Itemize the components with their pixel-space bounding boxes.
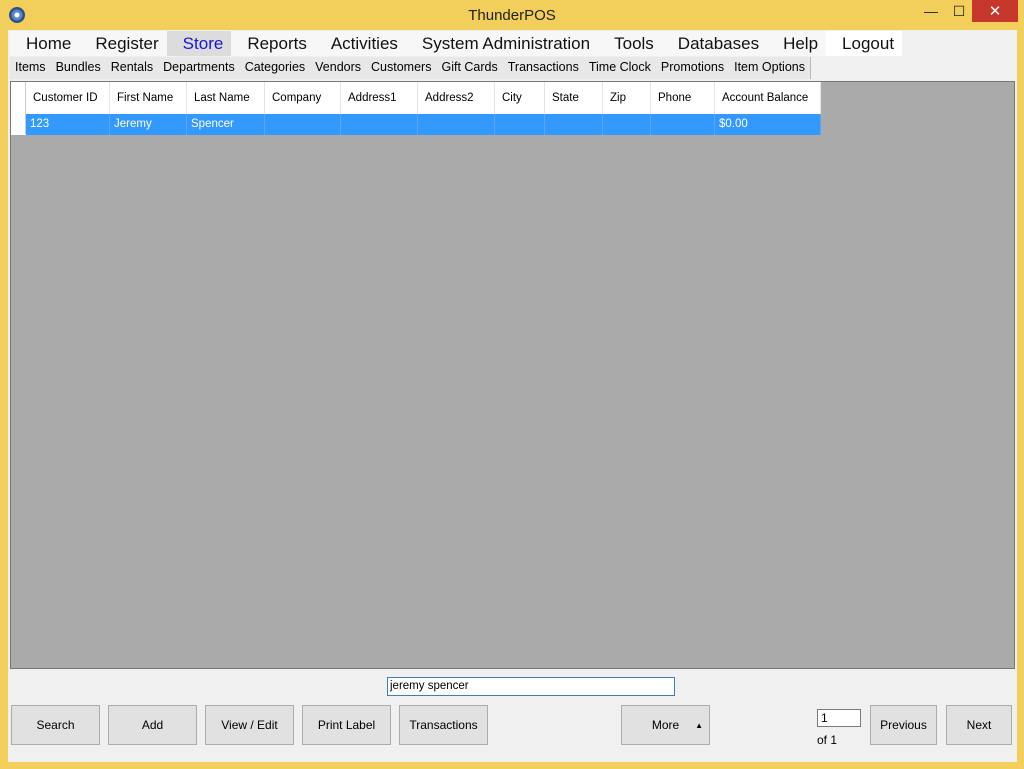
submenu-items[interactable]: Items xyxy=(10,57,51,79)
cell-last-name[interactable]: Spencer xyxy=(186,114,265,135)
cell-state[interactable] xyxy=(544,114,603,135)
submenu-vendors[interactable]: Vendors xyxy=(310,57,366,79)
cell-customer-id[interactable]: 123 xyxy=(25,114,110,135)
client-area: Home Register Store Reports Activities S… xyxy=(8,30,1017,762)
search-button[interactable]: Search xyxy=(11,705,100,745)
column-header-customer-id[interactable]: Customer ID xyxy=(25,82,110,114)
menu-home[interactable]: Home xyxy=(10,31,79,56)
column-header-phone[interactable]: Phone xyxy=(650,82,715,114)
next-button[interactable]: Next xyxy=(946,705,1012,745)
table-row[interactable]: 123 Jeremy Spencer $0.00 xyxy=(11,114,821,135)
cell-account-balance[interactable]: $0.00 xyxy=(714,114,821,135)
submenu-bundles[interactable]: Bundles xyxy=(51,57,106,79)
more-button-label: More xyxy=(651,718,680,732)
close-button[interactable]: ✕ xyxy=(972,0,1018,22)
submenu-rentals[interactable]: Rentals xyxy=(106,57,158,79)
cell-zip[interactable] xyxy=(602,114,651,135)
window-title: ThunderPOS xyxy=(468,7,556,24)
maximize-button[interactable]: ☐ xyxy=(946,0,972,22)
column-header-company[interactable]: Company xyxy=(264,82,341,114)
menu-reports[interactable]: Reports xyxy=(231,31,315,56)
row-header-cell[interactable] xyxy=(11,114,26,135)
cell-company[interactable] xyxy=(264,114,341,135)
minimize-button[interactable]: — xyxy=(916,0,946,22)
submenu-gift-cards[interactable]: Gift Cards xyxy=(436,57,502,79)
transactions-button[interactable]: Transactions xyxy=(399,705,488,745)
page-number-input[interactable] xyxy=(817,709,861,727)
menu-databases[interactable]: Databases xyxy=(662,31,767,56)
cell-phone[interactable] xyxy=(650,114,715,135)
store-submenu: Items Bundles Rentals Departments Catego… xyxy=(10,57,811,79)
column-header-address1[interactable]: Address1 xyxy=(340,82,418,114)
submenu-time-clock[interactable]: Time Clock xyxy=(584,57,656,79)
column-header-zip[interactable]: Zip xyxy=(602,82,651,114)
submenu-customers[interactable]: Customers xyxy=(366,57,436,79)
cell-address1[interactable] xyxy=(340,114,418,135)
menu-system-administration[interactable]: System Administration xyxy=(406,31,598,56)
menu-register[interactable]: Register xyxy=(79,31,166,56)
menu-logout[interactable]: Logout xyxy=(826,31,903,56)
customer-grid-area[interactable]: Customer ID First Name Last Name Company… xyxy=(10,81,1015,669)
submenu-transactions[interactable]: Transactions xyxy=(503,57,584,79)
customer-table[interactable]: Customer ID First Name Last Name Company… xyxy=(11,82,821,135)
menu-activities[interactable]: Activities xyxy=(315,31,406,56)
triangle-up-icon: ▲ xyxy=(695,721,703,730)
view-edit-button[interactable]: View / Edit xyxy=(205,705,294,745)
app-window: ThunderPOS — ☐ ✕ Home Register Store Rep… xyxy=(0,0,1024,769)
menu-help[interactable]: Help xyxy=(767,31,826,56)
cell-address2[interactable] xyxy=(417,114,495,135)
cell-city[interactable] xyxy=(494,114,545,135)
add-button[interactable]: Add xyxy=(108,705,197,745)
submenu-categories[interactable]: Categories xyxy=(240,57,310,79)
search-input[interactable] xyxy=(387,677,675,696)
title-bar: ThunderPOS — ☐ ✕ xyxy=(0,0,1024,30)
previous-button[interactable]: Previous xyxy=(870,705,937,745)
column-header-city[interactable]: City xyxy=(494,82,545,114)
row-header-corner[interactable] xyxy=(11,82,26,114)
more-button[interactable]: More ▲ xyxy=(621,705,710,745)
column-header-last-name[interactable]: Last Name xyxy=(186,82,265,114)
submenu-item-options[interactable]: Item Options xyxy=(729,57,810,79)
print-label-button[interactable]: Print Label xyxy=(302,705,391,745)
main-menu: Home Register Store Reports Activities S… xyxy=(10,31,903,56)
submenu-departments[interactable]: Departments xyxy=(158,57,240,79)
column-header-address2[interactable]: Address2 xyxy=(417,82,495,114)
page-count-label: of 1 xyxy=(817,733,838,747)
column-header-first-name[interactable]: First Name xyxy=(109,82,187,114)
cell-first-name[interactable]: Jeremy xyxy=(109,114,187,135)
column-header-state[interactable]: State xyxy=(544,82,603,114)
menu-store[interactable]: Store xyxy=(166,31,232,56)
submenu-promotions[interactable]: Promotions xyxy=(656,57,729,79)
menu-tools[interactable]: Tools xyxy=(598,31,662,56)
column-header-account-balance[interactable]: Account Balance xyxy=(714,82,821,114)
table-header-row: Customer ID First Name Last Name Company… xyxy=(11,82,821,114)
